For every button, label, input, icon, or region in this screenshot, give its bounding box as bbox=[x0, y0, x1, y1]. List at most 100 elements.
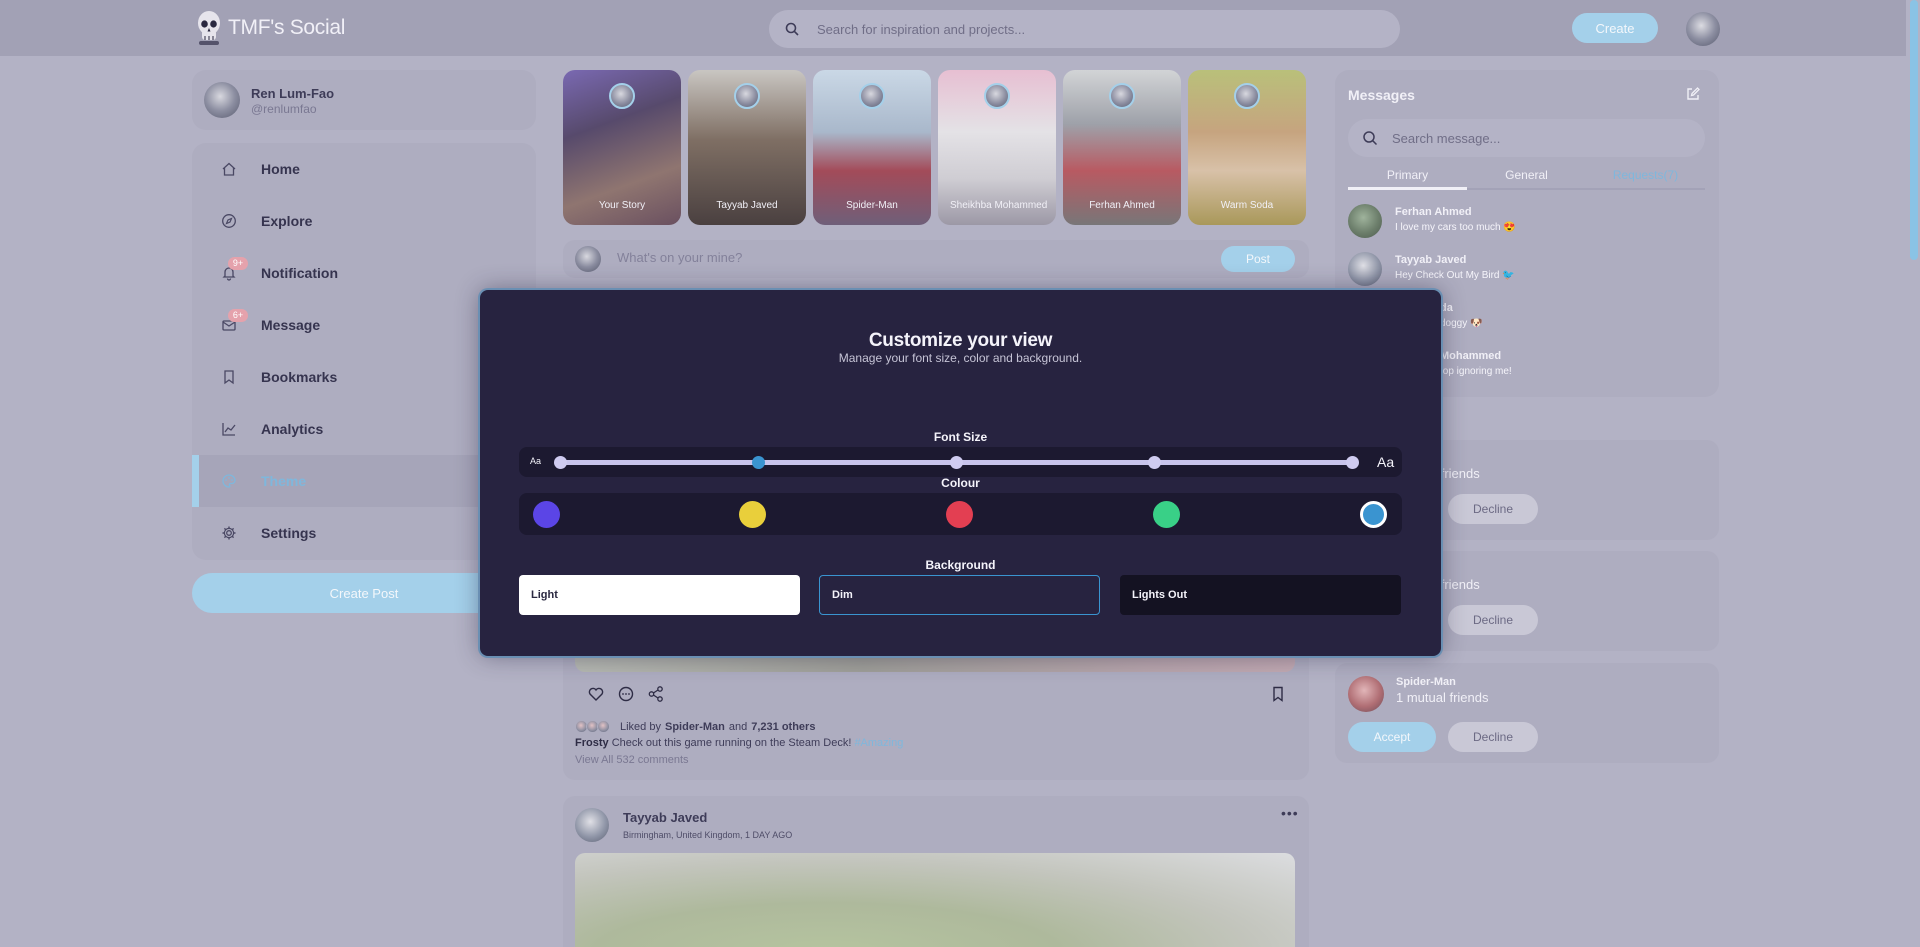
story-card[interactable]: Your Story bbox=[563, 70, 681, 225]
request-avatar bbox=[1348, 676, 1384, 712]
decline-button[interactable]: Decline bbox=[1448, 494, 1538, 524]
global-search[interactable] bbox=[769, 10, 1400, 48]
compose-message-icon[interactable] bbox=[1685, 86, 1701, 102]
composer-input[interactable] bbox=[617, 250, 1177, 265]
message-sender: da bbox=[1440, 302, 1453, 314]
story-card[interactable]: Ferhan Ahmed bbox=[1063, 70, 1181, 225]
colour-swatch-purple[interactable] bbox=[533, 501, 560, 528]
profile-card[interactable]: Ren Lum-Fao @renlumfao bbox=[192, 70, 536, 130]
caption-text: Check out this game running on the Steam… bbox=[611, 737, 852, 749]
font-size-option[interactable] bbox=[554, 456, 567, 469]
comment-icon[interactable] bbox=[617, 685, 635, 703]
liked-prefix: Liked by bbox=[620, 720, 661, 733]
tab-primary[interactable]: Primary bbox=[1348, 168, 1467, 182]
liker-avatar bbox=[597, 720, 610, 733]
scrollbar-thumb[interactable] bbox=[1910, 0, 1918, 260]
palette-icon bbox=[222, 474, 236, 488]
post-author-name[interactable]: Tayyab Javed bbox=[623, 810, 707, 825]
font-size-label: Font Size bbox=[933, 430, 988, 444]
message-preview: top ignoring me! bbox=[1440, 366, 1512, 377]
more-options-icon[interactable]: ••• bbox=[1281, 805, 1299, 821]
hashtag-link[interactable]: #Amazing bbox=[854, 737, 903, 749]
post-author-avatar[interactable] bbox=[575, 808, 609, 842]
sidebar-item-home[interactable]: Home bbox=[192, 143, 536, 195]
heart-icon[interactable] bbox=[587, 685, 605, 703]
mutual-friends: 1 mutual friends bbox=[1396, 690, 1489, 705]
request-name: Spider-Man bbox=[1396, 676, 1456, 688]
compass-icon bbox=[222, 214, 236, 228]
message-preview: doggy 🐶 bbox=[1440, 318, 1483, 329]
sidebar-item-label: Message bbox=[261, 317, 321, 333]
post-image[interactable] bbox=[575, 853, 1295, 947]
font-size-option[interactable] bbox=[950, 456, 963, 469]
message-search[interactable] bbox=[1348, 119, 1705, 157]
profile-handle: @renlumfao bbox=[251, 102, 317, 116]
modal-subtitle: Manage your font size, color and backgro… bbox=[838, 351, 1083, 365]
liked-others[interactable]: 7,231 others bbox=[751, 721, 815, 733]
caption-user[interactable]: Frosty bbox=[575, 737, 609, 749]
message-search-input[interactable] bbox=[1392, 130, 1692, 146]
font-size-option[interactable] bbox=[1148, 456, 1161, 469]
colour-swatch-blue[interactable] bbox=[1360, 501, 1387, 528]
gear-icon bbox=[222, 526, 236, 540]
story-card[interactable]: Warm Soda bbox=[1188, 70, 1306, 225]
skull-logo-icon bbox=[198, 11, 220, 45]
create-button[interactable]: Create bbox=[1572, 13, 1658, 43]
post-button[interactable]: Post bbox=[1221, 246, 1295, 272]
sidebar-item-label: Notification bbox=[261, 265, 338, 281]
friend-request-card: Spider-Man 1 mutual friends Accept Decli… bbox=[1335, 663, 1719, 763]
story-name: Tayyab Javed bbox=[716, 200, 778, 211]
message-sender: Mohammed bbox=[1440, 350, 1502, 362]
story-name: Spider-Man bbox=[846, 200, 898, 211]
sidebar-item-label: Explore bbox=[261, 213, 313, 229]
story-card[interactable]: Tayyab Javed bbox=[688, 70, 806, 225]
font-size-small-label: Aa bbox=[530, 456, 542, 466]
bookmark-icon[interactable] bbox=[1269, 685, 1287, 703]
background-option-lights-out[interactable]: Lights Out bbox=[1120, 575, 1401, 615]
sidebar-item-explore[interactable]: Explore bbox=[192, 195, 536, 247]
share-icon[interactable] bbox=[647, 685, 665, 703]
message-sender: Tayyab Javed bbox=[1395, 254, 1467, 266]
customize-theme-modal: Customize your view Manage your font siz… bbox=[480, 290, 1441, 656]
story-card[interactable]: Sheikhba Mohammed bbox=[938, 70, 1056, 225]
message-avatar bbox=[1348, 252, 1382, 286]
story-name: Sheikhba Mohammed bbox=[950, 200, 1048, 211]
user-avatar[interactable] bbox=[1686, 12, 1720, 46]
background-option-light[interactable]: Light bbox=[519, 575, 800, 615]
global-search-input[interactable] bbox=[817, 21, 1337, 37]
top-navbar: TMF's Social Create bbox=[0, 0, 1920, 56]
font-size-option[interactable] bbox=[1346, 456, 1359, 469]
message-preview: I love my cars too much 😍 bbox=[1395, 222, 1516, 233]
colour-swatch-red[interactable] bbox=[946, 501, 973, 528]
message-badge: 6+ bbox=[228, 309, 248, 322]
story-avatar bbox=[984, 83, 1010, 109]
liked-name[interactable]: Spider-Man bbox=[665, 721, 725, 733]
decline-button[interactable]: Decline bbox=[1448, 605, 1538, 635]
sidebar-item-label: Settings bbox=[261, 525, 317, 541]
background-label: Background bbox=[925, 558, 996, 572]
tab-general[interactable]: General bbox=[1467, 168, 1586, 182]
liked-and: and bbox=[728, 720, 748, 733]
colour-swatch-yellow[interactable] bbox=[739, 501, 766, 528]
story-avatar bbox=[734, 83, 760, 109]
view-comments-link[interactable]: View All 532 comments bbox=[575, 754, 689, 766]
story-card[interactable]: Spider-Man bbox=[813, 70, 931, 225]
tab-requests[interactable]: Requests(7) bbox=[1586, 168, 1705, 182]
message-item[interactable]: Ferhan Ahmed I love my cars too much 😍 bbox=[1348, 200, 1705, 240]
decline-button[interactable]: Decline bbox=[1448, 722, 1538, 752]
post-caption: Frosty Check out this game running on th… bbox=[575, 737, 903, 749]
brand-logo[interactable]: TMF's Social bbox=[196, 10, 345, 46]
feed-post: Tayyab Javed Birmingham, United Kingdom,… bbox=[563, 796, 1309, 947]
sidebar-item-label: Home bbox=[261, 161, 300, 177]
profile-avatar bbox=[204, 82, 240, 118]
feed-post: Liked by Spider-Man and 7,231 others Fro… bbox=[563, 640, 1309, 780]
colour-swatch-green[interactable] bbox=[1153, 501, 1180, 528]
liked-by: Liked by Spider-Man and 7,231 others bbox=[575, 720, 815, 733]
accept-button[interactable]: Accept bbox=[1348, 722, 1436, 752]
sidebar-item-label: Theme bbox=[261, 473, 307, 489]
font-size-option-selected[interactable] bbox=[752, 456, 765, 469]
message-preview: Hey Check Out My Bird 🐦 bbox=[1395, 270, 1515, 281]
message-item[interactable]: Tayyab Javed Hey Check Out My Bird 🐦 bbox=[1348, 248, 1705, 288]
modal-title: Customize your view bbox=[868, 330, 1053, 351]
background-option-dim[interactable]: Dim bbox=[819, 575, 1100, 615]
